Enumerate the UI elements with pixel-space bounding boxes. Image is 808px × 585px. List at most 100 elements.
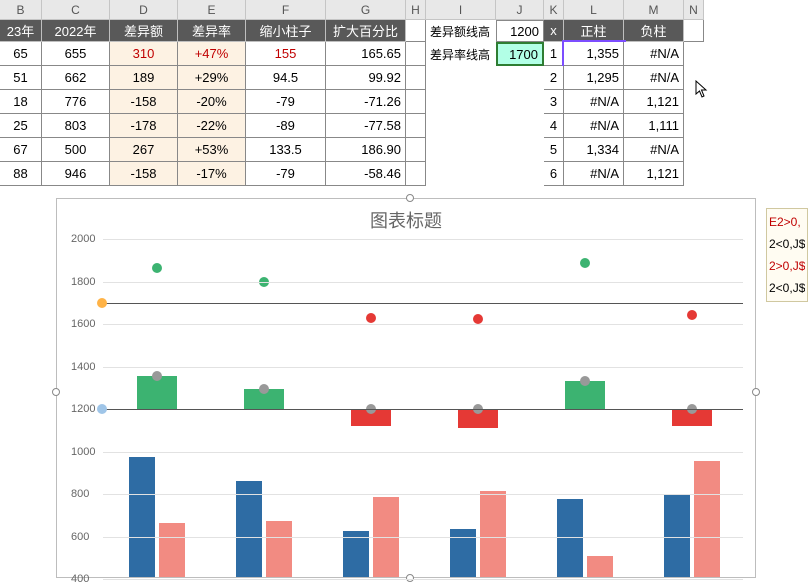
cell-neg[interactable]: 1,111 [624, 114, 684, 138]
colh-B[interactable]: B [0, 0, 42, 20]
label-rate-line[interactable]: 差异率线高 [426, 42, 496, 66]
cell-diff[interactable]: 267 [110, 138, 178, 162]
cell-neg[interactable]: 1,121 [624, 90, 684, 114]
th-2022[interactable]: 2022年 [42, 20, 110, 42]
colh-D[interactable]: D [110, 0, 178, 20]
cell-x[interactable]: 5 [544, 138, 564, 162]
cell-B[interactable]: 65 [0, 42, 42, 66]
cell-B[interactable]: 51 [0, 66, 42, 90]
cell-rate[interactable]: +29% [178, 66, 246, 90]
blank-N[interactable] [684, 114, 704, 138]
cell-diff[interactable]: -158 [110, 162, 178, 186]
colh-I[interactable]: I [426, 0, 496, 20]
cell-B[interactable]: 18 [0, 90, 42, 114]
blank-H[interactable] [406, 114, 426, 138]
cell-pos[interactable]: 1,334 [564, 138, 624, 162]
blank-H[interactable] [406, 162, 426, 186]
bar[interactable] [557, 499, 583, 577]
colh-F[interactable]: F [246, 0, 326, 20]
cell-neg[interactable]: #N/A [624, 138, 684, 162]
value-diff-line[interactable]: 1200 [496, 20, 544, 42]
cell-scale[interactable]: -58.46 [326, 162, 406, 186]
cell-pos[interactable]: #N/A [564, 90, 624, 114]
blank-I[interactable] [426, 138, 496, 162]
bar[interactable] [236, 481, 262, 577]
cell-scale[interactable]: -71.26 [326, 90, 406, 114]
th-pos[interactable]: 正柱 [564, 20, 624, 42]
cell-diff[interactable]: 189 [110, 66, 178, 90]
th-rate[interactable]: 差异率 [178, 20, 246, 42]
cell-pos[interactable]: #N/A [564, 114, 624, 138]
colh-J[interactable]: J [496, 0, 544, 20]
blank-N[interactable] [684, 42, 704, 66]
colh-G[interactable]: G [326, 0, 406, 20]
cell-x[interactable]: 2 [544, 66, 564, 90]
cell-scale[interactable]: -77.58 [326, 114, 406, 138]
cell-rate[interactable]: +47% [178, 42, 246, 66]
colh-C[interactable]: C [42, 0, 110, 20]
chart-object[interactable]: 图表标题 400600800100012001400160018002000 [56, 198, 756, 578]
colh-L[interactable]: L [564, 0, 624, 20]
cell-diff[interactable]: 310 [110, 42, 178, 66]
cell-C[interactable]: 776 [42, 90, 110, 114]
chart-title[interactable]: 图表标题 [57, 207, 755, 233]
colh-E[interactable]: E [178, 0, 246, 20]
bar[interactable] [159, 523, 185, 577]
colh-H[interactable]: H [406, 0, 426, 20]
cell-rate[interactable]: -22% [178, 114, 246, 138]
blank-J[interactable] [496, 114, 544, 138]
cell-B[interactable]: 25 [0, 114, 42, 138]
cell-C[interactable]: 500 [42, 138, 110, 162]
blank-N[interactable] [684, 138, 704, 162]
cell-rate[interactable]: +53% [178, 138, 246, 162]
cell-pos[interactable]: 1,355 [564, 42, 624, 66]
blank-I[interactable] [426, 90, 496, 114]
chart-plot-area[interactable] [103, 239, 743, 577]
bar[interactable] [587, 556, 613, 577]
blank-J[interactable] [496, 90, 544, 114]
value-rate-line[interactable]: 1700 [496, 42, 544, 66]
cell-pos[interactable]: #N/A [564, 162, 624, 186]
cell-pos[interactable]: 1,295 [564, 66, 624, 90]
blank-J[interactable] [496, 138, 544, 162]
cell-diff[interactable]: -158 [110, 90, 178, 114]
blank-N1[interactable] [684, 20, 704, 42]
cell-B[interactable]: 67 [0, 138, 42, 162]
cell-C[interactable]: 803 [42, 114, 110, 138]
label-diff-line[interactable]: 差异额线高 [426, 20, 496, 42]
rate-dot[interactable] [687, 310, 697, 320]
th-diff[interactable]: 差异额 [110, 20, 178, 42]
cell-scale[interactable]: 186.90 [326, 138, 406, 162]
blank-I[interactable] [426, 66, 496, 90]
bar[interactable] [343, 531, 369, 577]
blank-I[interactable] [426, 162, 496, 186]
rate-dot[interactable] [152, 263, 162, 273]
cell-shrink[interactable]: 133.5 [246, 138, 326, 162]
cell-scale[interactable]: 99.92 [326, 66, 406, 90]
cell-C[interactable]: 662 [42, 66, 110, 90]
cell-B[interactable]: 88 [0, 162, 42, 186]
cell-shrink[interactable]: 155 [246, 42, 326, 66]
cell-neg[interactable]: #N/A [624, 42, 684, 66]
colh-N[interactable]: N [684, 0, 704, 20]
colh-M[interactable]: M [624, 0, 684, 20]
cell-rate[interactable]: -17% [178, 162, 246, 186]
th-neg[interactable]: 负柱 [624, 20, 684, 42]
cell-C[interactable]: 946 [42, 162, 110, 186]
cell-x[interactable]: 1 [544, 42, 564, 66]
blank-J[interactable] [496, 162, 544, 186]
blank-H[interactable] [406, 90, 426, 114]
blank-H[interactable] [406, 42, 426, 66]
blank-H1[interactable] [406, 20, 426, 42]
th-scale[interactable]: 扩大百分比 [326, 20, 406, 42]
th-2023[interactable]: 23年 [0, 20, 42, 42]
cell-rate[interactable]: -20% [178, 90, 246, 114]
cell-shrink[interactable]: -89 [246, 114, 326, 138]
cell-neg[interactable]: 1,121 [624, 162, 684, 186]
blank-H[interactable] [406, 138, 426, 162]
colh-K[interactable]: K [544, 0, 564, 20]
rate-dot[interactable] [473, 314, 483, 324]
cell-x[interactable]: 3 [544, 90, 564, 114]
cell-shrink[interactable]: -79 [246, 162, 326, 186]
th-shrink[interactable]: 缩小柱子 [246, 20, 326, 42]
